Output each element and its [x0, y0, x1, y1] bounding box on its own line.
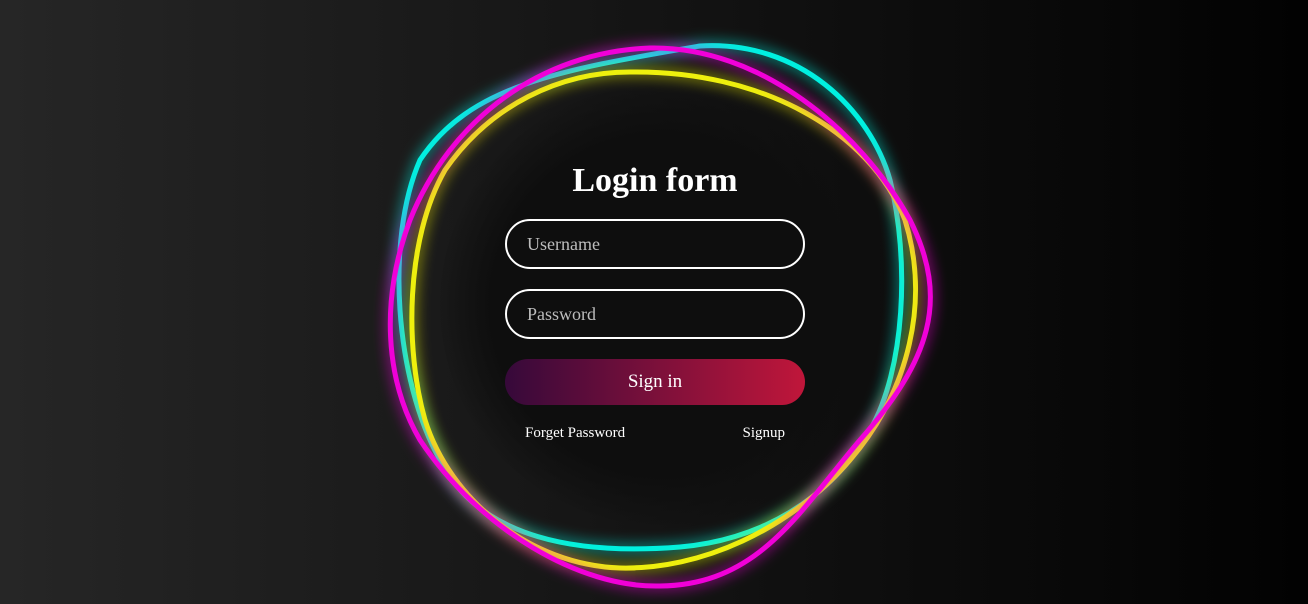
form-title: Login form [572, 162, 738, 199]
password-input[interactable] [505, 289, 805, 339]
sign-in-button[interactable]: Sign in [505, 359, 805, 405]
form-links: Forget Password Signup [505, 425, 805, 442]
username-input[interactable] [505, 219, 805, 269]
login-form: Login form Sign in Forget Password Signu… [505, 160, 805, 442]
login-scene: Login form Sign in Forget Password Signu… [0, 0, 1308, 604]
signup-link[interactable]: Signup [742, 425, 785, 442]
forget-password-link[interactable]: Forget Password [525, 425, 625, 442]
